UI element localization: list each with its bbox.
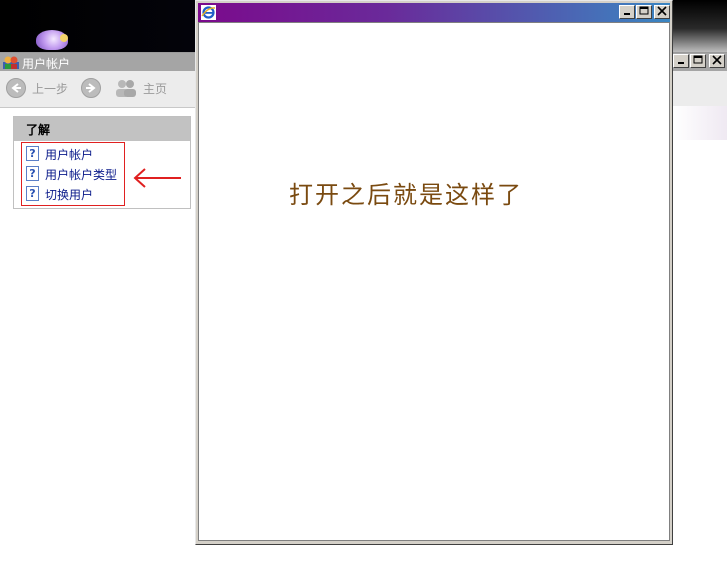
close-button[interactable] <box>654 5 670 19</box>
minimize-button[interactable] <box>619 5 635 19</box>
minimize-icon <box>678 62 684 64</box>
task-link-label[interactable]: 切换用户 <box>45 186 93 203</box>
task-link-label[interactable]: 用户帐户类型 <box>45 166 117 183</box>
help-icon: ? <box>26 166 39 181</box>
internet-explorer-icon <box>201 5 216 20</box>
user-accounts-icon <box>3 56 19 69</box>
back-label[interactable]: 上一步 <box>32 80 68 97</box>
home-users-icon[interactable] <box>115 78 137 98</box>
minimize-button[interactable] <box>673 54 689 68</box>
forward-button[interactable] <box>81 78 101 98</box>
close-icon <box>657 6 667 16</box>
home-label[interactable]: 主页 <box>143 80 167 97</box>
browser-content-area: 打开之后就是这样了 <box>198 22 670 541</box>
learn-about-header: 了解 <box>14 117 190 141</box>
minimize-icon <box>624 13 630 15</box>
maximize-icon <box>639 6 649 15</box>
help-icon: ? <box>26 186 39 201</box>
help-icon: ? <box>26 146 39 161</box>
desktop-wallpaper-right <box>672 0 727 52</box>
content-header-strip <box>672 106 727 140</box>
maximize-button[interactable] <box>690 54 706 68</box>
back-arrow-icon <box>11 83 21 93</box>
caption-message: 打开之后就是这样了 <box>289 181 523 209</box>
close-button[interactable] <box>709 54 725 68</box>
maximize-button[interactable] <box>636 5 652 19</box>
maximize-icon <box>693 55 703 64</box>
desktop-wallpaper-accent <box>60 34 68 42</box>
forward-arrow-icon <box>86 83 96 93</box>
user-accounts-title: 用户帐户 <box>22 57 71 71</box>
browser-window: 打开之后就是这样了 <box>195 0 673 545</box>
task-link-label[interactable]: 用户帐户 <box>45 146 93 163</box>
browser-titlebar[interactable] <box>198 3 670 22</box>
close-icon <box>712 55 722 65</box>
red-arrow-annotation <box>133 168 181 188</box>
back-button[interactable] <box>6 78 26 98</box>
